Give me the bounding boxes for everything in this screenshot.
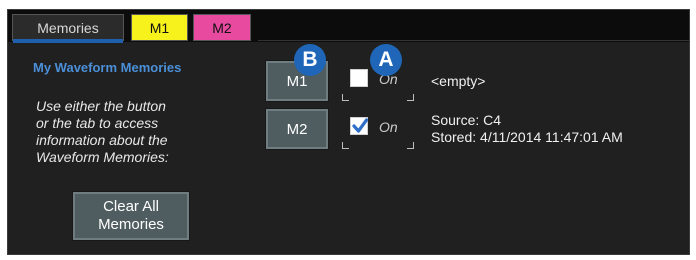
help-text: Use either the button or the tab to acce…: [36, 98, 211, 166]
help-line: Waveform Memories:: [36, 149, 169, 165]
tab-m2[interactable]: M2: [193, 14, 251, 41]
clear-all-memories-button[interactable]: Clear All Memories: [73, 192, 189, 240]
checkmark-icon: [352, 118, 368, 133]
help-line: information about the: [36, 132, 168, 148]
tab-m1[interactable]: M1: [131, 14, 188, 41]
callout-a-marker: A: [370, 44, 402, 76]
callout-b-marker: B: [294, 44, 326, 76]
waveform-memories-dialog: Memories M1 M2 My Waveform Memories Use …: [7, 9, 690, 255]
m2-source: Source: C4: [431, 112, 502, 128]
m2-on-label: On: [379, 119, 398, 135]
help-line: or the tab to access: [36, 115, 159, 131]
section-title: My Waveform Memories: [33, 60, 182, 75]
corner-bracket: [407, 94, 414, 101]
m2-on-toggle: On: [342, 111, 414, 149]
corner-bracket: [342, 94, 349, 101]
tab-bar: Memories M1 M2: [8, 10, 689, 43]
m2-on-checkbox[interactable]: [350, 117, 368, 135]
help-line: Use either the button: [36, 98, 166, 114]
clear-button-line2: Memories: [98, 216, 164, 233]
corner-bracket: [342, 142, 349, 149]
m2-stored: Stored: 4/11/2014 11:47:01 AM: [431, 129, 623, 145]
clear-button-line1: Clear All: [103, 198, 159, 215]
m2-info: Source: C4 Stored: 4/11/2014 11:47:01 AM: [431, 112, 623, 146]
m1-on-checkbox[interactable]: [350, 69, 368, 87]
m1-status: <empty>: [431, 73, 486, 89]
tab-memories[interactable]: Memories: [12, 14, 124, 43]
m2-button[interactable]: M2: [266, 109, 328, 149]
tab-divider: [258, 40, 689, 41]
corner-bracket: [407, 142, 414, 149]
